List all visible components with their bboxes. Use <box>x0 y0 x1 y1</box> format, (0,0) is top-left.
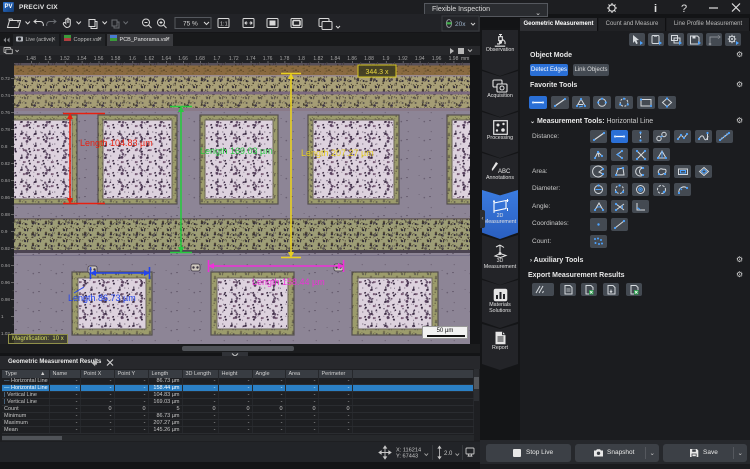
svg-text:Length 86.73 µm: Length 86.73 µm <box>68 293 136 303</box>
svg-text:0.96: 0.96 <box>1 280 10 285</box>
svg-text:0.94: 0.94 <box>1 263 10 268</box>
svg-text:Length 104.83 µm: Length 104.83 µm <box>80 138 153 148</box>
svg-text:0.74: 0.74 <box>1 93 10 98</box>
svg-text:0.9: 0.9 <box>1 229 8 234</box>
svg-text:1: 1 <box>1 314 4 319</box>
svg-text:0.86: 0.86 <box>1 195 10 200</box>
svg-text:344.3 x: 344.3 x <box>366 69 389 76</box>
svg-text:0.88: 0.88 <box>1 212 10 217</box>
svg-text:Y: 67443: Y: 67443 <box>396 454 418 460</box>
svg-text:1:1: 1:1 <box>220 22 228 28</box>
svg-text:?: ? <box>681 3 687 14</box>
svg-text:0.8: 0.8 <box>1 144 8 149</box>
svg-text:Length 169.03 µm: Length 169.03 µm <box>200 146 273 156</box>
svg-text:i: i <box>654 3 657 14</box>
svg-text:0.84: 0.84 <box>1 178 10 183</box>
svg-text:0.82: 0.82 <box>1 161 10 166</box>
svg-text:0.98: 0.98 <box>1 297 10 302</box>
svg-text:mm: mm <box>461 56 469 62</box>
svg-text:Length 207.27 µm: Length 207.27 µm <box>301 148 374 158</box>
svg-text:20x: 20x <box>455 21 466 28</box>
svg-text:75 %: 75 % <box>183 21 198 28</box>
svg-text:0.78: 0.78 <box>1 127 10 132</box>
svg-text:0.72: 0.72 <box>1 76 10 81</box>
svg-text:0.76: 0.76 <box>1 110 10 115</box>
svg-text:0.92: 0.92 <box>1 246 10 251</box>
svg-text:Length 158.44 µm: Length 158.44 µm <box>252 277 325 287</box>
svg-text:2.0: 2.0 <box>444 451 453 457</box>
